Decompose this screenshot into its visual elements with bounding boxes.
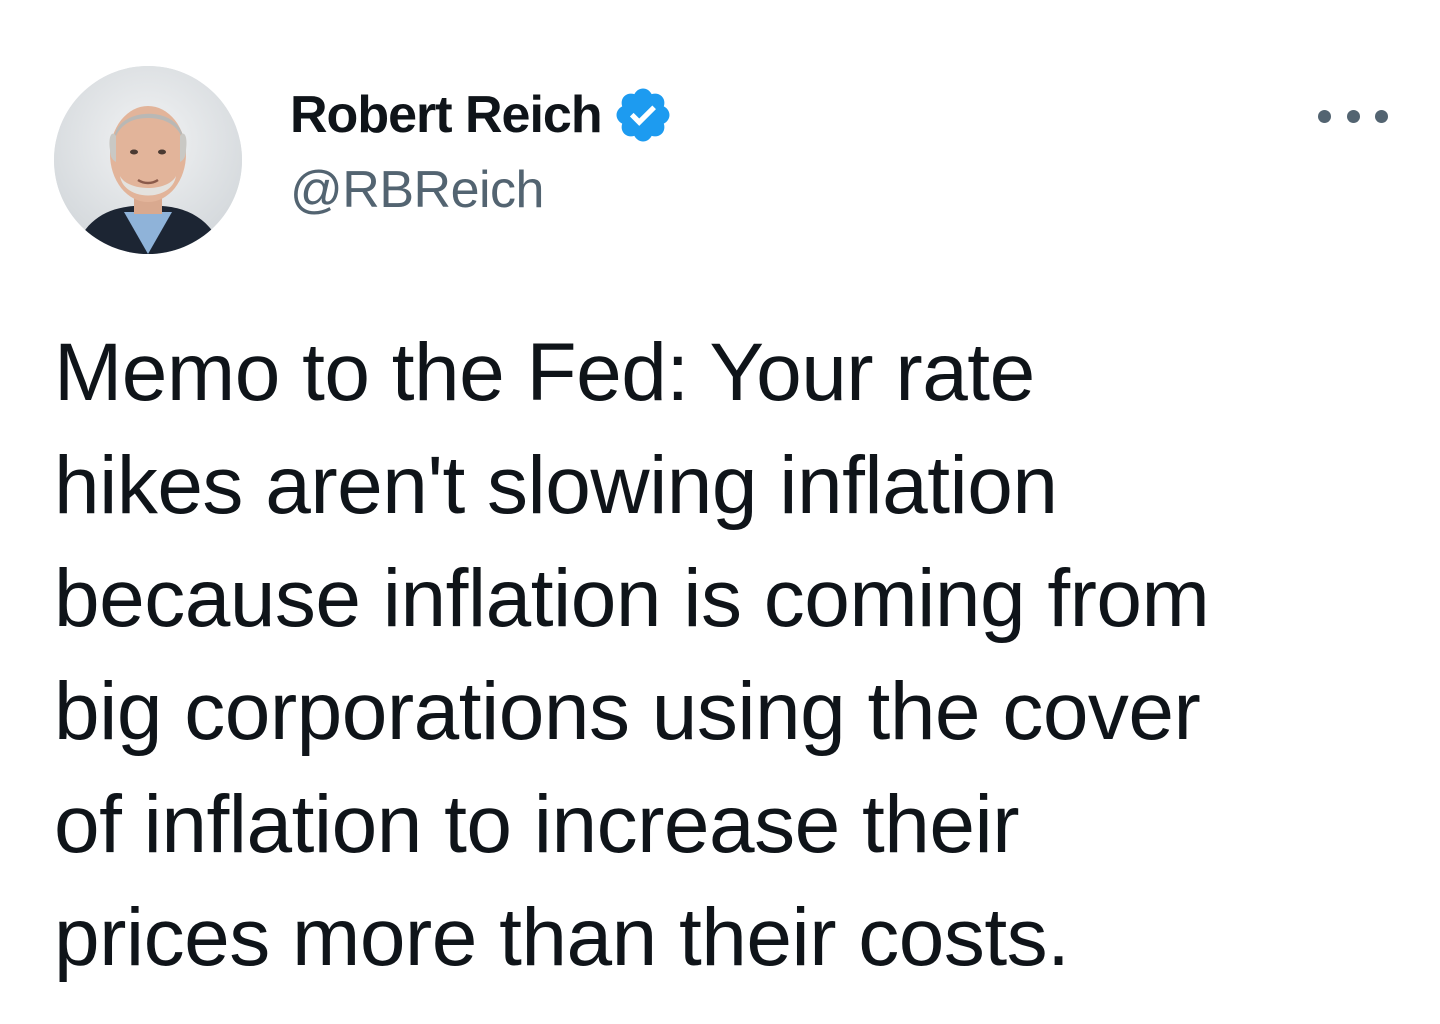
tweet-text-line: of inflation to increase their [54,779,1020,870]
verified-badge-icon [612,84,674,146]
tweet-text-line: Memo to the Fed: Your rate [54,327,1035,418]
author-handle[interactable]: @RBReich [290,160,544,220]
avatar[interactable] [54,66,242,254]
tweet-text-line: big corporations using the cover [54,666,1201,757]
tweet-text-line: because inflation is coming from [54,553,1210,644]
more-dot [1375,109,1388,123]
more-dot [1346,109,1360,123]
avatar-photo [54,66,242,254]
tweet-card: Robert Reich @RBReich Memo to the Fed: Y… [0,0,1440,1024]
tweet-text: Memo to the Fed: Your rate hikes aren't … [54,316,1394,994]
tweet-text-line: hikes aren't slowing inflation [54,440,1058,531]
more-dot [1318,109,1331,123]
tweet-text-line: prices more than their costs. [54,892,1070,983]
more-options-icon[interactable] [1318,96,1388,136]
author-display-name[interactable]: Robert Reich [290,85,603,145]
author-name-row: Robert Reich [290,80,674,150]
